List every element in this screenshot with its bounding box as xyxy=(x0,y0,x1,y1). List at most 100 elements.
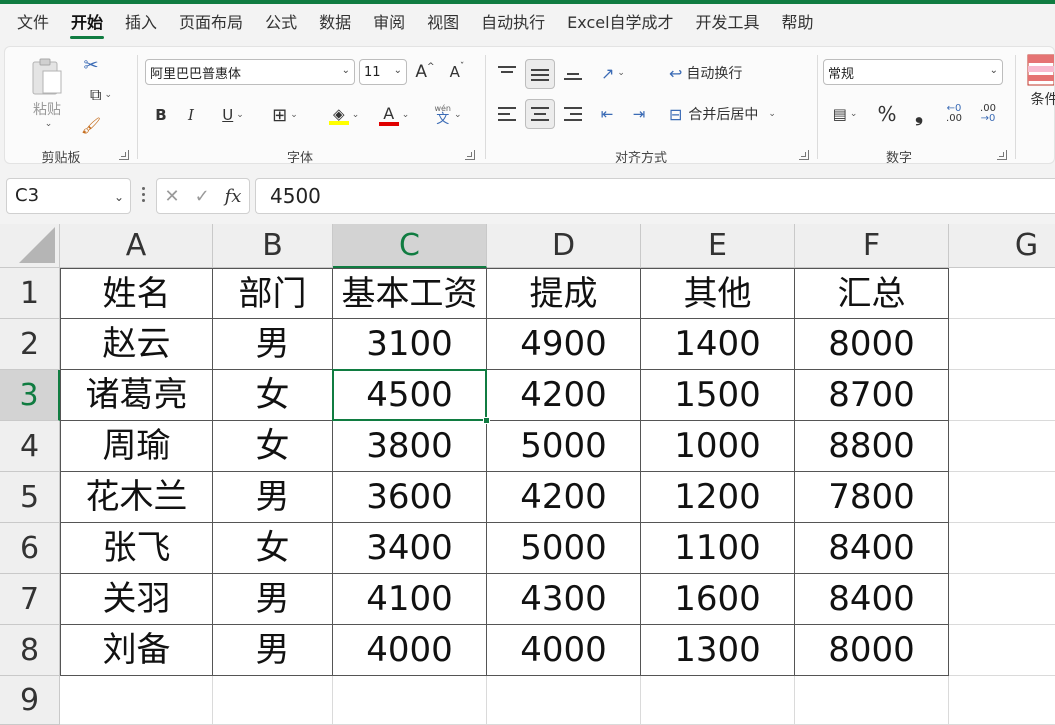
number-format-select[interactable]: 常规 ⌄ xyxy=(823,59,1003,85)
comma-style-button[interactable]: ❟ xyxy=(905,99,933,129)
cell-f4[interactable]: 8800 xyxy=(795,421,949,472)
phonetic-guide-button[interactable]: wén 文 ⌄ xyxy=(425,99,471,131)
bold-button[interactable]: B xyxy=(149,101,173,129)
orientation-button[interactable]: ↗ ⌄ xyxy=(593,59,633,87)
row-header[interactable]: 9 xyxy=(0,676,60,725)
formula-input[interactable]: 4500 xyxy=(255,178,1055,214)
cell-e7[interactable]: 1600 xyxy=(641,574,795,625)
column-header[interactable]: E xyxy=(641,224,795,268)
cell-e4[interactable]: 1000 xyxy=(641,421,795,472)
cell-c5[interactable]: 3600 xyxy=(333,472,487,523)
paste-button[interactable]: 粘贴 ⌄ xyxy=(25,53,69,133)
underline-button[interactable]: U ⌄ xyxy=(211,101,255,129)
cell-d3[interactable]: 4200 xyxy=(487,370,641,421)
tab-view[interactable]: 视图 xyxy=(416,4,470,42)
cell-c4[interactable]: 3800 xyxy=(333,421,487,472)
cell-g5[interactable] xyxy=(949,472,1055,523)
cell-g8[interactable] xyxy=(949,625,1055,676)
copy-button[interactable]: ⧉ ⌄ xyxy=(79,83,123,107)
row-header[interactable]: 2 xyxy=(0,319,60,370)
font-color-button[interactable]: A ⌄ xyxy=(371,99,417,131)
cell-c8[interactable]: 4000 xyxy=(333,625,487,676)
cell-b1[interactable]: 部门 xyxy=(213,268,333,319)
font-launcher[interactable] xyxy=(465,150,475,160)
select-all-button[interactable] xyxy=(0,224,60,268)
tab-help[interactable]: 帮助 xyxy=(771,4,825,42)
cell-d5[interactable]: 4200 xyxy=(487,472,641,523)
font-size-select[interactable]: 11 ⌄ xyxy=(359,59,407,85)
accounting-format-button[interactable]: ▤ ⌄ xyxy=(823,99,867,129)
align-right-button[interactable] xyxy=(559,99,587,129)
percent-style-button[interactable]: % xyxy=(873,99,901,129)
cell-b8[interactable]: 男 xyxy=(213,625,333,676)
cell-a6[interactable]: 张飞 xyxy=(60,523,213,574)
alignment-launcher[interactable] xyxy=(799,150,809,160)
align-middle-button[interactable] xyxy=(525,59,555,89)
number-launcher[interactable] xyxy=(997,150,1007,160)
merge-center-button[interactable]: ⊟ 合并后居中 ⌄ xyxy=(669,99,799,129)
format-painter-button[interactable]: 🖌 xyxy=(79,113,103,137)
borders-button[interactable]: ⊞ ⌄ xyxy=(263,101,307,129)
cell-a8[interactable]: 刘备 xyxy=(60,625,213,676)
cell-c1[interactable]: 基本工资 xyxy=(333,268,487,319)
cell-c7[interactable]: 4100 xyxy=(333,574,487,625)
align-left-button[interactable] xyxy=(493,99,521,129)
tab-excel-self-study[interactable]: Excel自学成才 xyxy=(556,4,684,42)
cell-f1[interactable]: 汇总 xyxy=(795,268,949,319)
cell-f2[interactable]: 8000 xyxy=(795,319,949,370)
increase-font-button[interactable]: A ^ xyxy=(413,59,437,85)
row-header[interactable]: 8 xyxy=(0,625,60,676)
row-header[interactable]: 6 xyxy=(0,523,60,574)
cell-g1[interactable] xyxy=(949,268,1055,319)
cell-f9[interactable] xyxy=(795,676,949,725)
cell-b9[interactable] xyxy=(213,676,333,725)
cell-d1[interactable]: 提成 xyxy=(487,268,641,319)
cell-e9[interactable] xyxy=(641,676,795,725)
cell-b7[interactable]: 男 xyxy=(213,574,333,625)
cell-c9[interactable] xyxy=(333,676,487,725)
tab-developer[interactable]: 开发工具 xyxy=(685,4,771,42)
fill-color-button[interactable]: ◈ ⌄ xyxy=(321,99,367,131)
cell-a5[interactable]: 花木兰 xyxy=(60,472,213,523)
cell-a9[interactable] xyxy=(60,676,213,725)
decrease-decimal-button[interactable]: .00 →0 xyxy=(973,97,1003,131)
cell-f3[interactable]: 8700 xyxy=(795,370,949,421)
cell-e1[interactable]: 其他 xyxy=(641,268,795,319)
cell-e2[interactable]: 1400 xyxy=(641,319,795,370)
cell-d6[interactable]: 5000 xyxy=(487,523,641,574)
cell-e6[interactable]: 1100 xyxy=(641,523,795,574)
cell-e3[interactable]: 1500 xyxy=(641,370,795,421)
decrease-font-button[interactable]: Aˇ xyxy=(445,59,469,85)
tab-review[interactable]: 审阅 xyxy=(362,4,416,42)
cell-a3[interactable]: 诸葛亮 xyxy=(60,370,213,421)
cell-c3[interactable]: 4500 xyxy=(333,370,487,421)
row-header[interactable]: 1 xyxy=(0,268,60,319)
column-header[interactable]: D xyxy=(487,224,641,268)
tab-automate[interactable]: 自动执行 xyxy=(470,4,556,42)
cell-f7[interactable]: 8400 xyxy=(795,574,949,625)
row-header[interactable]: 3 xyxy=(0,370,60,421)
align-top-button[interactable] xyxy=(493,59,521,87)
cell-c6[interactable]: 3400 xyxy=(333,523,487,574)
cell-e5[interactable]: 1200 xyxy=(641,472,795,523)
fill-handle[interactable] xyxy=(483,417,490,424)
cut-button[interactable]: ✂ xyxy=(79,53,103,77)
cell-d8[interactable]: 4000 xyxy=(487,625,641,676)
cell-c2[interactable]: 3100 xyxy=(333,319,487,370)
cell-b6[interactable]: 女 xyxy=(213,523,333,574)
clipboard-launcher[interactable] xyxy=(119,150,129,160)
cell-a4[interactable]: 周瑜 xyxy=(60,421,213,472)
cell-g9[interactable] xyxy=(949,676,1055,725)
tab-data[interactable]: 数据 xyxy=(308,4,362,42)
row-header[interactable]: 4 xyxy=(0,421,60,472)
increase-indent-button[interactable]: ⇥ xyxy=(625,99,653,129)
cell-a7[interactable]: 关羽 xyxy=(60,574,213,625)
wrap-text-button[interactable]: ↩ 自动换行 xyxy=(669,59,769,87)
column-header[interactable]: C xyxy=(333,224,487,268)
cell-d7[interactable]: 4300 xyxy=(487,574,641,625)
tab-insert[interactable]: 插入 xyxy=(114,4,168,42)
cell-b2[interactable]: 男 xyxy=(213,319,333,370)
tab-formulas[interactable]: 公式 xyxy=(254,4,308,42)
column-header[interactable]: F xyxy=(795,224,949,268)
row-header[interactable]: 7 xyxy=(0,574,60,625)
